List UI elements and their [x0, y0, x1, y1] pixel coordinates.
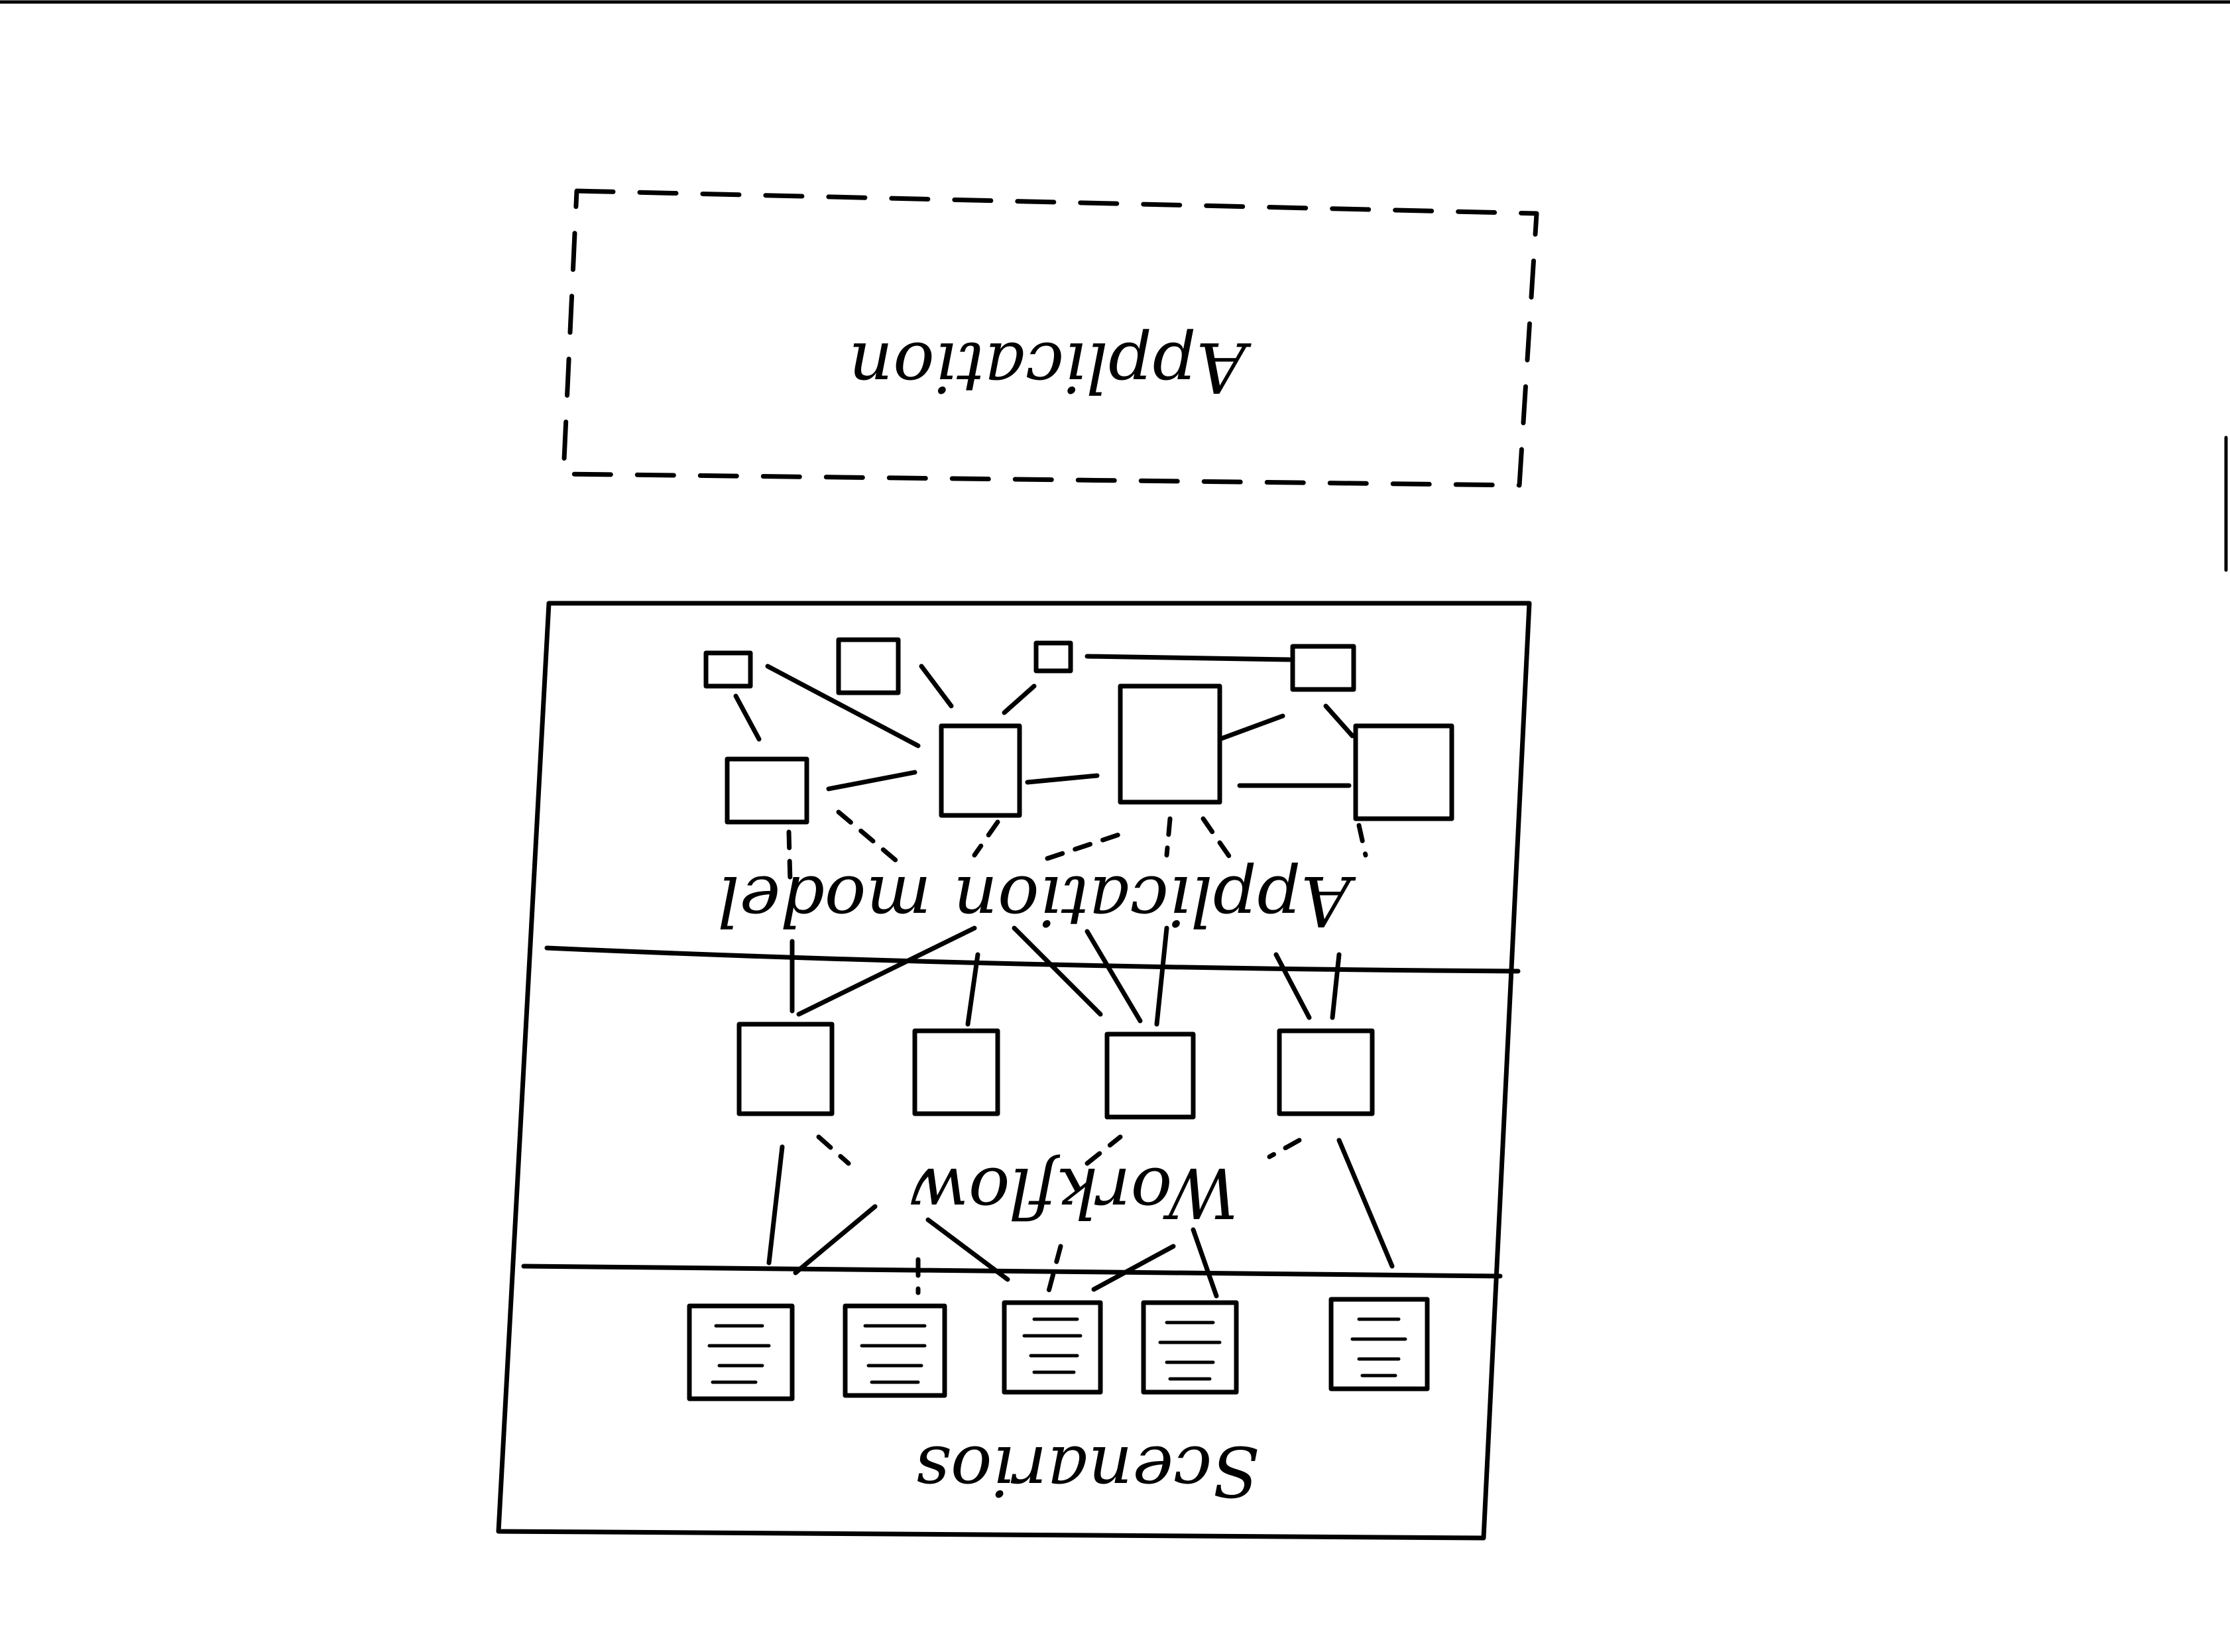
workflow-node: [736, 1022, 835, 1116]
layer-stack-outline: [496, 601, 1532, 1541]
model-edge: [1217, 713, 1285, 742]
model-edge: [1164, 816, 1173, 858]
model-node: [1118, 683, 1222, 805]
model-node: [836, 637, 901, 695]
workflow-node: [1104, 1032, 1196, 1120]
scenarios-layer: [687, 1297, 1430, 1401]
model-node: [703, 650, 753, 689]
model-node: [1290, 644, 1356, 692]
workflow-node: [1277, 1028, 1375, 1116]
model-edge: [733, 693, 762, 742]
scenario-document: [843, 1303, 947, 1398]
application-label: Application: [849, 327, 1252, 408]
model-edge: [972, 819, 1000, 858]
scenario-document: [1141, 1300, 1239, 1395]
model-node: [725, 756, 809, 825]
workflow-label: Workflow: [910, 1152, 1238, 1233]
model-edge: [1085, 654, 1292, 662]
workflow-edge: [1091, 1244, 1176, 1292]
workflow-edge: [1330, 952, 1342, 1020]
divider-workflow-scenarios: [521, 1264, 1503, 1279]
workflow-edge: [766, 1144, 785, 1266]
workflow-edge: [816, 1134, 851, 1166]
scenarios-label: Scenarios: [915, 1431, 1260, 1511]
model-edge: [1025, 773, 1100, 785]
workflow-edge: [965, 952, 980, 1027]
model-node: [939, 723, 1022, 818]
workflow-edge: [1273, 952, 1312, 1020]
model-edge: [765, 664, 921, 748]
model-edge: [1356, 823, 1368, 858]
application-model-label: Application model: [717, 860, 1356, 941]
workflow-layer: [736, 925, 1395, 1299]
scenario-document: [1002, 1300, 1103, 1395]
workflow-edge: [1336, 1138, 1395, 1269]
workflow-edge: [1191, 1227, 1219, 1299]
model-edge: [919, 664, 954, 709]
workflow-edge: [1154, 925, 1169, 1027]
workflow-node: [912, 1028, 1000, 1116]
model-edge: [1201, 816, 1236, 864]
scenario-document: [1328, 1297, 1430, 1391]
workflow-edge: [1267, 1138, 1302, 1159]
model-node: [1353, 723, 1454, 821]
sketch-diagram: Application Application model Workflow S…: [0, 0, 2230, 1541]
model-edge: [836, 809, 904, 868]
model-edge: [1002, 683, 1037, 715]
model-edge: [1045, 829, 1130, 861]
model-edge: [1323, 703, 1355, 738]
workflow-edge: [793, 1204, 878, 1275]
divider-model-workflow: [544, 945, 1521, 974]
application-model-layer: [703, 637, 1454, 884]
scenario-document: [687, 1303, 795, 1401]
model-edge: [826, 770, 917, 792]
model-node: [1033, 640, 1073, 674]
